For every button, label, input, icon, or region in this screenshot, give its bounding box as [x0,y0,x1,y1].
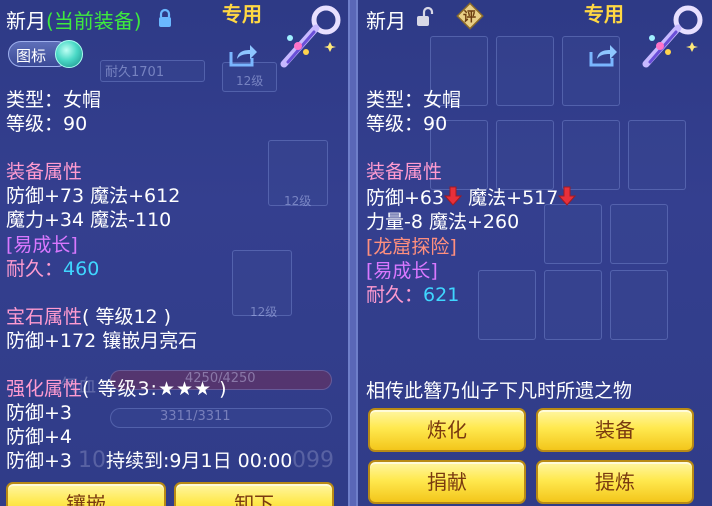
level-line: 等级：90 [366,113,448,135]
item-description: 相传此簪乃仙子下凡时所遗之物 [366,380,633,402]
refine-button[interactable]: 炼化 [368,408,526,452]
durability-value: 621 [423,284,460,306]
enhance-level: ( 等级3:★★★ ) [82,378,228,400]
level-line: 等级：90 [6,113,88,135]
dragon-cave-tag: [龙窟探险] [366,236,457,258]
enhance-attr-heading-line: 强化属性( 等级3:★★★ ) [6,377,228,401]
current-equipment-panel: 耐久1701 12级 12级 12级 4250/4250 3311/3311 气… [0,0,350,506]
bg-slot [496,120,554,190]
exclusive-label: 专用 [222,2,262,26]
equipment-attr-heading: 装备属性 [6,161,83,183]
bg-slot [478,270,536,340]
type-line: 类型：女帽 [366,89,462,111]
bg-slot [610,204,668,264]
enhance-attr-heading: 强化属性 [6,378,83,400]
exclusive-label: 专用 [584,2,624,26]
hairpin-item-icon[interactable] [632,2,708,72]
bg-text: 3311/3311 [160,409,231,424]
review-badge-label: 评 [463,10,477,25]
attr-line: 力量-8 魔法+260 [366,211,520,233]
enhance-line: 防御+4 [6,426,73,448]
icon-toggle-label: 图标 [16,47,47,65]
unlock-icon[interactable] [416,6,434,28]
attr-line: 防御+63 魔法+517 [366,186,577,210]
bg-slot [562,120,620,190]
durability-label: 耐久： [6,258,64,280]
bg-slot [610,270,668,340]
item-name: 新月(当前装备) [6,5,142,34]
bg-text: 12级 [236,74,264,88]
durability-label: 耐久： [366,284,424,306]
enhance-duration: 持续到:9月1日 00:00 [106,450,293,472]
type-line: 类型：女帽 [6,89,102,111]
gem-attr-heading-line: 宝石属性( 等级12 ) [6,305,171,329]
durability-value: 460 [63,258,100,280]
gem-orb-icon [55,40,83,68]
gem-attr-heading: 宝石属性 [6,306,83,328]
bg-text: 10 [78,448,106,473]
enhance-line: 防御+3 [6,450,73,472]
lock-icon [159,8,171,27]
attr-magic: 魔法+517 [468,187,559,209]
bg-slot [544,204,602,264]
bg-slot [544,270,602,340]
bg-slot [496,36,554,106]
item-name: 新月 [366,9,406,33]
gem-line: 防御+172 镶嵌月亮石 [6,330,198,352]
durability-line: 耐久：621 [366,283,459,307]
growth-tag: [易成长] [366,260,438,282]
attr-line: 魔力+34 魔法-110 [6,209,172,231]
hairpin-item-icon[interactable] [270,2,346,72]
item-name-text: 新月 [6,9,46,33]
share-icon[interactable] [588,42,618,68]
compare-equipment-panel: 新月 评 专用 类型：女帽 等级：90 装备属性 防御+63 魔法+517 力量… [356,0,712,506]
extract-button[interactable]: 提炼 [536,460,694,504]
enhance-line: 防御+3 [6,402,73,424]
equipment-attr-heading: 装备属性 [366,161,443,183]
equip-status-label: (当前装备) [46,9,142,33]
growth-tag: [易成长] [6,234,78,256]
down-arrow-icon [558,186,577,206]
gem-level: ( 等级12 ) [82,306,172,328]
bg-text: 12级 [250,305,278,319]
attr-defense: 防御+63 [366,187,445,209]
inlay-button[interactable]: 镶嵌 [6,482,166,506]
bg-text: 099 [292,448,334,473]
bg-slot [628,120,686,190]
bg-text: 12级 [284,194,312,208]
attr-line: 防御+73 魔法+612 [6,185,181,207]
bg-text: 耐久1701 [105,65,165,80]
share-icon[interactable] [228,42,258,68]
durability-line: 耐久：460 [6,257,99,281]
donate-button[interactable]: 捐献 [368,460,526,504]
equip-button[interactable]: 装备 [536,408,694,452]
unequip-button[interactable]: 卸下 [174,482,334,506]
down-arrow-icon [444,186,463,206]
